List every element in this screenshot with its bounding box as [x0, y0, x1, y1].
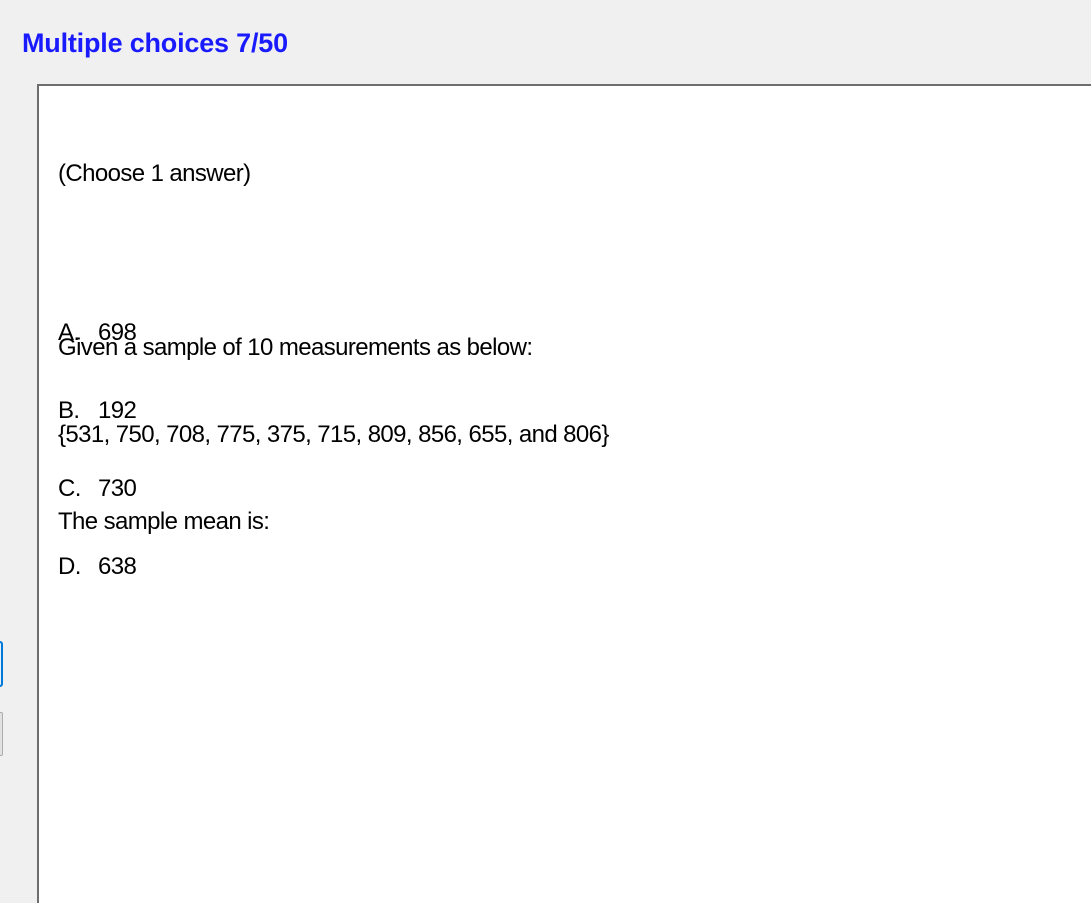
option-letter: B.	[58, 397, 80, 424]
question-panel: (Choose 1 answer) Given a sample of 10 m…	[37, 84, 1091, 903]
option-value: 730	[98, 475, 137, 502]
page-title: Multiple choices 7/50	[22, 28, 288, 58]
question-text: (Choose 1 answer) Given a sample of 10 m…	[58, 101, 609, 594]
option-value: 698	[98, 319, 137, 346]
option-letter: D.	[58, 553, 81, 580]
answer-options: A. 698 B. 192 C. 730 D. 638	[58, 318, 137, 630]
option-b[interactable]: B. 192	[58, 396, 137, 425]
question-line: The sample mean is:	[58, 508, 270, 535]
option-value: 638	[98, 553, 137, 580]
option-letter: A.	[58, 319, 80, 346]
side-button-focused[interactable]	[0, 641, 3, 687]
option-letter: C.	[58, 475, 81, 502]
question-line: {531, 750, 708, 775, 375, 715, 809, 856,…	[58, 421, 609, 448]
option-c[interactable]: C. 730	[58, 474, 137, 503]
question-instruction: (Choose 1 answer)	[58, 160, 251, 187]
option-d[interactable]: D. 638	[58, 552, 137, 581]
question-line: Given a sample of 10 measurements as bel…	[58, 334, 533, 361]
option-a[interactable]: A. 698	[58, 318, 137, 347]
side-button[interactable]	[0, 712, 3, 756]
quiz-window: Multiple choices 7/50 (Choose 1 answer) …	[0, 0, 1091, 903]
option-value: 192	[98, 397, 137, 424]
